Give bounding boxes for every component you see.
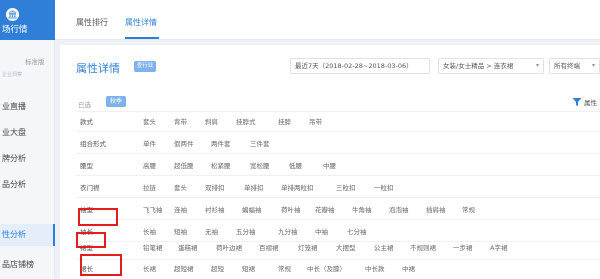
option-item[interactable]: 高腰 [143,160,156,170]
sidebar-item-shop-ranking[interactable]: 品店铺榜 [0,254,55,276]
option-item[interactable]: 套头 [174,182,187,192]
option-item[interactable]: 衬衫袖 [205,204,225,214]
option-item[interactable]: 单件 [143,138,156,148]
selected-label: 已选 [78,101,91,109]
selected-tag-autumn[interactable]: 秋季 [106,96,127,107]
option-item[interactable]: 蝙蝠袖 [242,204,262,214]
option-item[interactable]: 中裙 [402,263,415,273]
option-item[interactable]: 双排扣 [205,182,225,192]
option-item[interactable]: 插肩袖 [426,204,446,214]
sidebar: 🏛 场行情 标准版 企业洞察 业直播 业大盘 牌分析 品分析 性分析 品店铺榜 [0,0,55,279]
option-item[interactable]: 牛角袖 [352,204,372,214]
option-item[interactable]: 三粒扣 [336,182,356,192]
option-item[interactable]: 松紧腰 [211,160,231,170]
filter-icon[interactable] [572,97,582,107]
section-hint: 企业洞察 [2,72,23,78]
date-range-value: 最近7天（2018-02-28~2018-03-06） [295,62,413,70]
option-item[interactable]: 背带 [174,116,187,126]
option-item[interactable]: 中腰 [323,160,336,170]
date-range-picker[interactable]: 最近7天（2018-02-28~2018-03-06） [290,58,430,74]
option-item[interactable]: A字裙 [490,242,507,252]
top-tab-bar: 属性排行 属性详情 [55,0,600,40]
option-item[interactable]: 超短 [211,263,224,273]
option-item[interactable]: 泡泡袖 [389,204,409,214]
option-item[interactable]: 大摆型 [336,242,356,252]
row-label: 款式 [80,118,93,126]
option-item[interactable]: 不规则裙 [410,242,436,252]
row-label: 衣门襟 [80,184,100,192]
option-item[interactable]: 飞飞袖 [143,204,163,214]
option-item[interactable]: 超低腰 [174,160,194,170]
option-item[interactable]: 挂脖 [278,116,291,126]
view-mode-standard[interactable]: 标准版 [25,56,45,66]
attribute-row-placket: 衣门襟 拉链 套头 双排扣 单排扣 单排两粒扣 三粒扣 一粒扣 [60,175,600,197]
attribute-detail-panel: 属性详情 查行业 最近7天（2018-02-28~2018-03-06） 女装/… [60,45,600,279]
industry-badge[interactable]: 查行业 [134,61,156,72]
option-item[interactable]: 一粒扣 [374,182,394,192]
option-item[interactable]: 低腰 [289,160,302,170]
option-item[interactable]: 套头 [143,116,156,126]
attribute-row-skirt-type: 裙型 铅笔裙 蛋糕裙 荷叶边裙 百褶裙 灯笼裙 大摆型 公主裙 不规则裙 一步裙… [60,235,600,257]
sidebar-item-brand-analysis[interactable]: 牌分析 [0,148,55,170]
option-item[interactable]: 两件套 [211,138,231,148]
option-item[interactable]: 蛋糕裙 [178,242,198,252]
category-select[interactable]: 女装/女士精品 > 连衣裙 ▾ [438,58,544,74]
highlight-box-skirt-length [80,254,122,276]
option-item[interactable]: 花瓣袖 [315,204,335,214]
option-item[interactable]: 假两件 [174,138,194,148]
option-item[interactable]: 长裙 [143,263,156,273]
option-item[interactable]: 三件套 [250,138,270,148]
attribute-row-waist: 腰型 高腰 超低腰 松紧腰 宽松腰 低腰 中腰 [60,153,600,175]
row-label: 腰型 [80,162,93,170]
attribute-row-sleeve-type: 袖型 飞飞袖 连袖 衬衫袖 蝙蝠袖 荷叶袖 花瓣袖 牛角袖 泡泡袖 插肩袖 常规 [60,197,600,219]
option-item[interactable]: 连袖 [174,204,187,214]
attribute-filter-label[interactable]: 属性 [584,97,597,107]
tab-attribute-detail[interactable]: 属性详情 [125,17,157,28]
bank-icon: 🏛 [6,8,19,21]
chevron-down-icon: ▾ [535,62,539,69]
option-item[interactable]: 宽松腰 [250,160,270,170]
option-item[interactable]: 百褶裙 [259,242,279,252]
option-item[interactable]: 一步裙 [453,242,473,252]
terminal-value: 所有终端 [554,62,580,70]
option-item[interactable]: 荷叶袖 [281,204,301,214]
sidebar-section-hint: 企业洞察 [0,71,55,83]
option-item[interactable]: 常规 [278,263,291,273]
sidebar-item-industry-overview[interactable]: 业大盘 [0,122,55,144]
sidebar-item-industry-live[interactable]: 业直播 [0,96,55,118]
view-mode-switch: 标准版 [0,56,55,68]
option-item[interactable]: 灯笼裙 [298,242,318,252]
chevron-down-icon: ▾ [591,62,595,69]
attribute-row-skirt-length: 裙长 长裙 超短裙 超短 短裙 常规 中长（及膝） 中长款 中裙 [60,256,600,278]
active-tab-underline [125,37,159,39]
option-item[interactable]: 挂脖式 [236,116,256,126]
option-item[interactable]: 超短裙 [174,263,194,273]
option-item[interactable]: 吊带 [309,116,322,126]
option-item[interactable]: 中长（及膝） [307,263,346,273]
category-value: 女装/女士精品 > 连衣裙 [443,62,514,70]
option-item[interactable]: 常规 [462,204,475,214]
option-item[interactable]: 荷叶边裙 [216,242,242,252]
highlight-box-skirt-type [76,232,106,248]
option-item[interactable]: 短裙 [242,263,255,273]
attribute-row-combination: 组合形式 单件 假两件 两件套 三件套 [60,131,600,153]
brand-header: 🏛 场行情 [0,0,55,40]
option-item[interactable]: 铅笔裙 [143,242,163,252]
option-item[interactable]: 单排两粒扣 [281,182,314,192]
option-item[interactable]: 单排扣 [244,182,264,192]
option-item[interactable]: 公主裙 [374,242,394,252]
option-item[interactable]: 中长款 [365,263,385,273]
brand-title: 场行情 [2,25,28,35]
row-label: 组合形式 [80,140,106,148]
panel-title: 属性详情 [76,62,120,75]
sidebar-item-product-analysis[interactable]: 品分析 [0,174,55,196]
attribute-row-style: 款式 套头 背带 斜肩 挂脖式 挂脖 吊带 [60,109,600,131]
highlight-box-sleeve-length [78,208,118,226]
sidebar-item-attribute-analysis[interactable]: 性分析 [0,224,55,246]
option-item[interactable]: 斜肩 [205,116,218,126]
terminal-select[interactable]: 所有终端 ▾ [549,58,600,74]
option-item[interactable]: 拉链 [143,182,156,192]
tab-attribute-ranking[interactable]: 属性排行 [76,17,108,28]
